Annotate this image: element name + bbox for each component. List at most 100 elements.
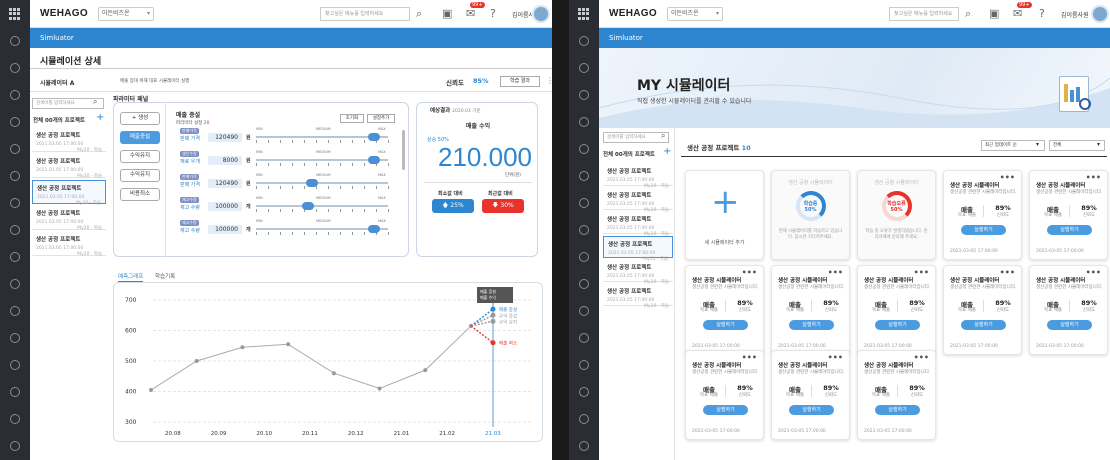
slider-handle[interactable] bbox=[367, 225, 380, 233]
avatar[interactable] bbox=[1091, 5, 1109, 23]
rail-menu-icon[interactable] bbox=[10, 360, 20, 370]
rail-menu-icon[interactable] bbox=[579, 198, 589, 208]
more-icon[interactable]: ••• bbox=[742, 268, 757, 277]
list-item[interactable]: 생산 공정 프로젝트 2021.03.05 17:00:00 My20 · 학습 bbox=[32, 180, 106, 206]
simulator-card[interactable]: ••• 생산 공정 시뮬레이터 생산공정 관련한 시뮬레이터입니다. 매출 목표 매출 8… bbox=[685, 350, 764, 440]
add-project-icon[interactable]: + bbox=[663, 146, 671, 157]
op-button[interactable]: + 생성 bbox=[120, 112, 160, 125]
rail-menu-icon[interactable] bbox=[579, 63, 589, 73]
add-project-icon[interactable]: + bbox=[96, 112, 104, 123]
param-value[interactable]: 120490 bbox=[208, 133, 242, 142]
simulator-card[interactable]: ••• 생산 공정 시뮬레이터 생산공정 관련한 시뮬레이터입니다. 매출 목표 매출 8… bbox=[1029, 170, 1108, 260]
run-button[interactable]: 실행하기 bbox=[789, 405, 834, 415]
projection-point[interactable] bbox=[490, 318, 496, 324]
rail-menu-icon[interactable] bbox=[10, 36, 20, 46]
run-button[interactable]: 실행하기 bbox=[875, 405, 920, 415]
app-grid-icon[interactable] bbox=[578, 8, 590, 20]
rail-menu-icon[interactable] bbox=[10, 198, 20, 208]
simulator-card[interactable]: ••• 생산 공정 시뮬레이터 생산공정 관련한 시뮬레이터입니다. 매출 목표 매출 8… bbox=[771, 350, 850, 440]
rail-menu-icon[interactable] bbox=[10, 333, 20, 343]
status-card[interactable]: 생산 공정 시뮬레이터 학습오류 50% 학습 중 오류가 발생하였습니다. 관리자에… bbox=[857, 170, 936, 260]
simulator-card[interactable]: ••• 생산 공정 시뮬레이터 생산공정 관련한 시뮬레이터입니다. 매출 목표 매출 8… bbox=[771, 265, 850, 355]
user-name[interactable]: 김이름사원 bbox=[1061, 10, 1089, 19]
more-icon[interactable]: ••• bbox=[742, 353, 757, 362]
simulator-card[interactable]: ••• 생산 공정 시뮬레이터 생산공정 관련한 시뮬레이터입니다. 매출 목표 매출 8… bbox=[943, 170, 1022, 260]
run-button[interactable]: 실행하기 bbox=[703, 405, 748, 415]
run-button[interactable]: 실행하기 bbox=[703, 320, 748, 330]
list-item[interactable]: 생산 공정 프로젝트 2021.03.05 17:00:00 My20 · 학습 bbox=[32, 232, 106, 257]
run-button[interactable]: 실행하기 bbox=[961, 225, 1006, 235]
more-icon[interactable]: ••• bbox=[1086, 268, 1101, 277]
simulator-card[interactable]: ••• 생산 공정 시뮬레이터 생산공정 관련한 시뮬레이터입니다. 매출 목표 매출 8… bbox=[857, 350, 936, 440]
more-icon[interactable]: ••• bbox=[828, 268, 843, 277]
data-point[interactable] bbox=[423, 368, 428, 373]
rail-menu-icon[interactable] bbox=[579, 414, 589, 424]
rail-menu-icon[interactable] bbox=[10, 306, 20, 316]
add-simulator-card[interactable]: + 새 시뮬레이터 추가 bbox=[685, 170, 764, 260]
rail-menu-icon[interactable] bbox=[10, 90, 20, 100]
help-icon[interactable]: ? bbox=[490, 8, 496, 19]
tab-forecast[interactable]: 예측그래프 bbox=[118, 272, 144, 282]
search-icon[interactable]: ⌕ bbox=[93, 97, 97, 107]
param-value[interactable]: 100000 bbox=[208, 202, 242, 211]
project-search-input[interactable]: 검색어를 입력하세요 bbox=[603, 132, 669, 143]
rail-menu-icon[interactable] bbox=[579, 279, 589, 289]
simulator-card[interactable]: ••• 생산 공정 시뮬레이터 생산공정 관련한 시뮬레이터입니다. 매출 목표 매출 8… bbox=[685, 265, 764, 355]
simulator-card[interactable]: ••• 생산 공정 시뮬레이터 생산공정 관련한 시뮬레이터입니다. 매출 목표 매출 8… bbox=[1029, 265, 1108, 355]
slider-handle[interactable] bbox=[306, 179, 319, 187]
avatar[interactable] bbox=[532, 5, 550, 23]
data-point[interactable] bbox=[377, 386, 382, 391]
rail-menu-icon[interactable] bbox=[579, 306, 589, 316]
chat-icon[interactable]: ✉ bbox=[1013, 8, 1022, 19]
op-button[interactable]: 매출증설 bbox=[120, 131, 160, 144]
list-item[interactable]: 생산 공정 프로젝트 2021.03.05 17:00:00 My20 · 학습 bbox=[32, 128, 106, 153]
rail-menu-icon[interactable] bbox=[579, 90, 589, 100]
run-button[interactable]: 실행하기 bbox=[875, 320, 920, 330]
help-icon[interactable]: ? bbox=[1039, 8, 1045, 19]
more-icon[interactable]: ••• bbox=[914, 268, 929, 277]
status-card[interactable]: 생산 공정 시뮬레이터 학습중 50% 현재 시뮬레이터를 학습하고 있습니다. 잠시… bbox=[771, 170, 850, 260]
rail-menu-icon[interactable] bbox=[579, 117, 589, 127]
rail-menu-icon[interactable] bbox=[579, 252, 589, 262]
list-item[interactable]: 생산 공정 프로젝트 2021.03.05 17:00:00 My20 · 학습 bbox=[603, 236, 673, 262]
more-icon[interactable]: ••• bbox=[1000, 268, 1015, 277]
param-value[interactable]: 120490 bbox=[208, 179, 242, 188]
data-point[interactable] bbox=[194, 359, 199, 363]
list-item[interactable]: 생산 공정 프로젝트 2021.03.05 17:00:00 My20 · 학습 bbox=[603, 260, 673, 285]
data-point[interactable] bbox=[149, 387, 153, 392]
rail-menu-icon[interactable] bbox=[579, 144, 589, 154]
param-value[interactable]: 100000 bbox=[208, 225, 242, 234]
reset-button[interactable]: 초기화 bbox=[340, 114, 364, 123]
simulator-card[interactable]: ••• 생산 공정 시뮬레이터 생산공정 관련한 시뮬레이터입니다. 매출 목표 매출 8… bbox=[857, 265, 936, 355]
rail-menu-icon[interactable] bbox=[10, 144, 20, 154]
more-icon[interactable]: ••• bbox=[1086, 173, 1101, 182]
slider-handle[interactable] bbox=[367, 133, 380, 141]
list-item[interactable]: 생산 공정 프로젝트 2021.03.05 17:00:00 My20 · 학습 bbox=[603, 284, 673, 309]
op-button[interactable]: 수익유지 bbox=[120, 169, 160, 182]
more-icon[interactable]: ••• bbox=[828, 353, 843, 362]
search-icon[interactable]: ⌕ bbox=[965, 8, 971, 19]
rail-menu-icon[interactable] bbox=[10, 117, 20, 127]
slider-handle[interactable] bbox=[367, 156, 380, 164]
run-button[interactable]: 실행하기 bbox=[789, 320, 834, 330]
message-icon[interactable]: ▣ bbox=[989, 8, 999, 19]
rail-menu-icon[interactable] bbox=[579, 360, 589, 370]
rail-menu-icon[interactable] bbox=[10, 252, 20, 262]
simulator-card[interactable]: ••• 생산 공정 시뮬레이터 생산공정 관련한 시뮬레이터입니다. 매출 목표 매출 8… bbox=[943, 265, 1022, 355]
run-button[interactable]: 실행하기 bbox=[961, 320, 1006, 330]
chat-icon[interactable]: ✉ bbox=[466, 8, 475, 19]
rail-menu-icon[interactable] bbox=[579, 225, 589, 235]
rail-menu-icon[interactable] bbox=[10, 171, 20, 181]
data-point[interactable] bbox=[286, 342, 291, 347]
corp-select[interactable]: 이든비즈온 bbox=[667, 7, 723, 21]
app-grid-icon[interactable] bbox=[9, 8, 21, 20]
rail-menu-icon[interactable] bbox=[10, 387, 20, 397]
rail-menu-icon[interactable] bbox=[579, 171, 589, 181]
list-item[interactable]: 생산 공정 프로젝트 2021.03.05 17:00:00 My20 · 학습 bbox=[603, 212, 673, 237]
projection-point[interactable] bbox=[490, 306, 496, 312]
rail-menu-icon[interactable] bbox=[579, 333, 589, 343]
projection-point[interactable] bbox=[490, 312, 496, 318]
message-icon[interactable]: ▣ bbox=[442, 8, 452, 19]
search-icon[interactable]: ⌕ bbox=[416, 8, 422, 19]
rail-menu-icon[interactable] bbox=[10, 414, 20, 424]
